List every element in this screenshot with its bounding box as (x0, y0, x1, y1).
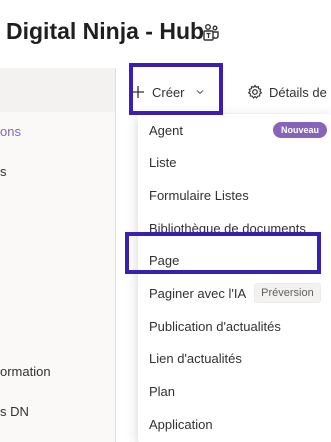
menu-item-app[interactable]: Application (138, 408, 331, 440)
plus-icon (132, 86, 144, 98)
menu-item-label: Liste (149, 154, 177, 170)
menu-item-news-link[interactable]: Lien d'actualités (138, 342, 331, 374)
menu-item-page[interactable]: Page (138, 244, 331, 276)
nav-item[interactable]: ormation (0, 364, 115, 379)
create-label: Créer (152, 84, 185, 100)
menu-item-label: Lien d'actualités (149, 350, 242, 366)
preview-badge: Préversion (254, 283, 321, 303)
command-bar: Créer Détails de l (116, 68, 331, 114)
menu-item-label: Paginer avec l'IA (149, 285, 247, 301)
create-menu: Agent Nouveau Liste Formulaire Listes Bi… (138, 114, 331, 442)
nav-item[interactable]: s (0, 164, 115, 179)
menu-item-label: Agent (149, 122, 183, 138)
menu-item-page-with-ai[interactable]: Paginer avec l'IA Préversion (138, 277, 331, 309)
site-header: Digital Ninja - Hub (0, 0, 331, 68)
menu-item-label: Application (149, 416, 213, 432)
menu-item-agent[interactable]: Agent Nouveau (138, 114, 331, 146)
menu-item-label: Plan (149, 383, 176, 399)
nav-item-active[interactable]: ons (0, 124, 115, 139)
sharepoint-page: Digital Ninja - Hub ons s ormation s DN … (0, 0, 331, 442)
site-details-button[interactable]: Détails de l (247, 78, 331, 106)
gear-icon (247, 84, 263, 99)
site-title[interactable]: Digital Ninja - Hub (6, 18, 204, 45)
new-badge: Nouveau (272, 122, 327, 138)
nav-item[interactable]: s DN (0, 404, 115, 419)
menu-item-label: Bibliothèque de documents (149, 220, 306, 236)
menu-item-label: Page (149, 252, 180, 268)
create-button[interactable]: Créer (130, 78, 205, 106)
teams-icon[interactable] (202, 23, 220, 41)
chevron-down-icon (196, 90, 203, 95)
left-navigation: ons s ormation s DN (0, 68, 116, 442)
menu-item-document-library[interactable]: Bibliothèque de documents (138, 212, 331, 244)
menu-item-label: Publication d'actualités (149, 318, 281, 334)
details-label: Détails de l (269, 84, 331, 100)
menu-item-list[interactable]: Liste (138, 146, 331, 178)
menu-item-plan[interactable]: Plan (138, 375, 331, 407)
menu-item-lists-form[interactable]: Formulaire Listes (138, 179, 331, 211)
nav-top-band (0, 68, 115, 112)
menu-item-news-post[interactable]: Publication d'actualités (138, 310, 331, 342)
menu-item-label: Formulaire Listes (149, 187, 249, 203)
